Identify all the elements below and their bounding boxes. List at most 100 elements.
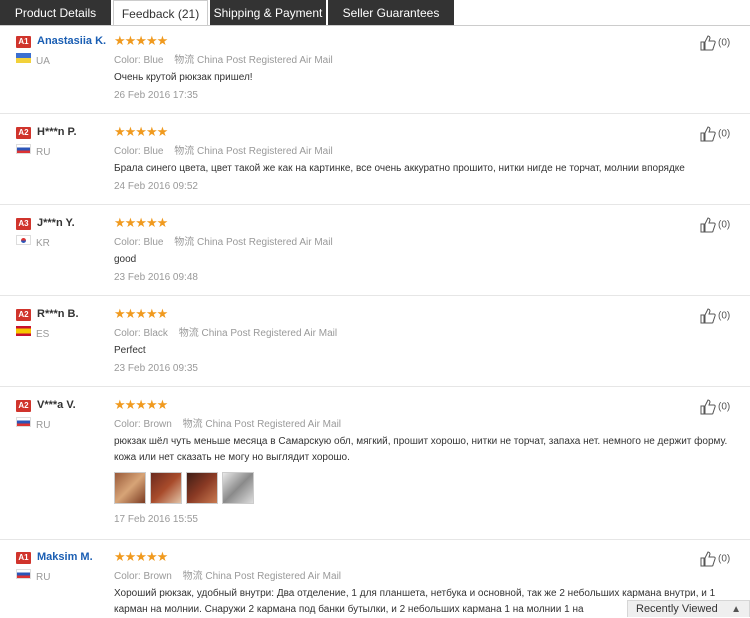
tab-seller-guarantees[interactable]: Seller Guarantees	[328, 0, 454, 26]
review-date: 17 Feb 2016 15:55	[114, 514, 198, 525]
shipping-label: 物流	[182, 571, 203, 582]
shipping-method: China Post Registered Air Mail	[205, 571, 342, 582]
order-info: Color: Blue 物流 China Post Registered Air…	[114, 233, 333, 248]
review-photos	[114, 472, 258, 504]
review-text: Очень крутой рюкзак пришел!	[114, 72, 253, 83]
shipping-label: 物流	[182, 419, 203, 430]
shipping-method: China Post Registered Air Mail	[205, 419, 342, 430]
reviewer-country: ES	[36, 329, 50, 340]
review-item: A3 J***n Y. KR ★★★★★ Color: Blue 物流 Chin…	[0, 212, 750, 296]
reviewer-country: RU	[36, 572, 51, 583]
thumbs-up-icon	[700, 217, 716, 233]
shipping-label: 物流	[178, 328, 199, 339]
reviewer-country: RU	[36, 420, 51, 431]
order-info: Color: Brown 物流 China Post Registered Ai…	[114, 415, 341, 430]
reviewer-name[interactable]: Anastasiia K.	[37, 35, 106, 47]
review-photo[interactable]	[150, 472, 182, 504]
color-label: Color:	[114, 571, 141, 582]
rating-stars: ★★★★★	[114, 397, 168, 412]
reviewer-country: RU	[36, 147, 51, 158]
review-text: рюкзак шёл чуть меньше месяца в Самарску…	[114, 436, 728, 463]
rating-stars: ★★★★★	[114, 33, 168, 48]
country-flag-icon	[16, 326, 31, 336]
buyer-level-badge: A3	[16, 218, 31, 230]
shipping-label: 物流	[174, 55, 195, 66]
helpful-count: (0)	[718, 401, 731, 413]
shipping-method: China Post Registered Air Mail	[197, 146, 333, 157]
order-info: Color: Blue 物流 China Post Registered Air…	[114, 51, 333, 66]
helpful-button[interactable]: (0)	[700, 126, 730, 142]
buyer-level-badge: A2	[16, 309, 31, 321]
country-flag-icon	[16, 235, 31, 245]
review-date: 23 Feb 2016 09:35	[114, 363, 198, 374]
reviewer-country: UA	[36, 56, 50, 67]
thumbs-up-icon	[700, 308, 716, 324]
color-value: Blue	[143, 237, 164, 248]
helpful-count: (0)	[718, 37, 731, 49]
chevron-up-icon: ▲	[731, 604, 741, 615]
reviewer-name: R***n B.	[37, 308, 79, 320]
color-value: Brown	[143, 419, 172, 430]
tab-divider	[0, 25, 750, 26]
helpful-button[interactable]: (0)	[700, 551, 730, 567]
color-value: Brown	[143, 571, 172, 582]
country-flag-icon	[16, 569, 31, 579]
thumbs-up-icon	[700, 551, 716, 567]
order-info: Color: Blue 物流 China Post Registered Air…	[114, 142, 333, 157]
shipping-label: 物流	[174, 146, 195, 157]
buyer-level-badge: A2	[16, 127, 31, 139]
helpful-count: (0)	[718, 553, 731, 565]
order-info: Color: Black 物流 China Post Registered Ai…	[114, 324, 337, 339]
helpful-count: (0)	[718, 310, 731, 322]
tab-feedback[interactable]: Feedback (21)	[113, 0, 208, 26]
rating-stars: ★★★★★	[114, 215, 168, 230]
tab-product-details[interactable]: Product Details	[0, 0, 111, 26]
country-flag-icon	[16, 144, 31, 154]
thumbs-up-icon	[700, 399, 716, 415]
reviewer-country: KR	[36, 238, 50, 249]
buyer-level-badge: A1	[16, 552, 31, 564]
review-item: A2 H***n P. RU ★★★★★ Color: Blue 物流 Chin…	[0, 121, 750, 205]
helpful-button[interactable]: (0)	[700, 308, 730, 324]
shipping-method: China Post Registered Air Mail	[201, 328, 338, 339]
helpful-count: (0)	[718, 128, 731, 140]
thumbs-up-icon	[700, 126, 716, 142]
tab-shipping-payment[interactable]: Shipping & Payment	[210, 0, 326, 26]
review-date: 24 Feb 2016 09:52	[114, 181, 198, 192]
country-flag-icon	[16, 53, 31, 63]
review-item: A2 V***a V. RU ★★★★★ Color: Brown 物流 Chi…	[0, 394, 750, 540]
review-text: Брала синего цвета, цвет такой же как на…	[114, 163, 685, 174]
helpful-button[interactable]: (0)	[700, 399, 730, 415]
color-label: Color:	[114, 237, 141, 248]
rating-stars: ★★★★★	[114, 124, 168, 139]
rating-stars: ★★★★★	[114, 306, 168, 321]
color-label: Color:	[114, 328, 141, 339]
shipping-method: China Post Registered Air Mail	[197, 237, 333, 248]
color-value: Blue	[143, 55, 164, 66]
review-text: Perfect	[114, 345, 146, 356]
helpful-count: (0)	[718, 219, 731, 231]
review-text: good	[114, 254, 137, 265]
review-date: 26 Feb 2016 17:35	[114, 90, 198, 101]
country-flag-icon	[16, 417, 31, 427]
color-value: Blue	[143, 146, 164, 157]
reviewer-name[interactable]: Maksim M.	[37, 551, 93, 563]
color-label: Color:	[114, 55, 141, 66]
order-info: Color: Brown 物流 China Post Registered Ai…	[114, 567, 341, 582]
product-tabs: Product Details Feedback (21) Shipping &…	[0, 0, 750, 26]
recently-viewed-label: Recently Viewed	[636, 603, 718, 615]
buyer-level-badge: A1	[16, 36, 31, 48]
color-value: Black	[143, 328, 168, 339]
color-label: Color:	[114, 419, 141, 430]
color-label: Color:	[114, 146, 141, 157]
review-photo[interactable]	[114, 472, 146, 504]
reviewer-name: V***a V.	[37, 399, 76, 411]
thumbs-up-icon	[700, 35, 716, 51]
helpful-button[interactable]: (0)	[700, 35, 730, 51]
helpful-button[interactable]: (0)	[700, 217, 730, 233]
buyer-level-badge: A2	[16, 400, 31, 412]
review-photo[interactable]	[186, 472, 218, 504]
rating-stars: ★★★★★	[114, 549, 168, 564]
review-photo[interactable]	[222, 472, 254, 504]
recently-viewed-bar[interactable]: Recently Viewed ▲	[627, 600, 750, 617]
